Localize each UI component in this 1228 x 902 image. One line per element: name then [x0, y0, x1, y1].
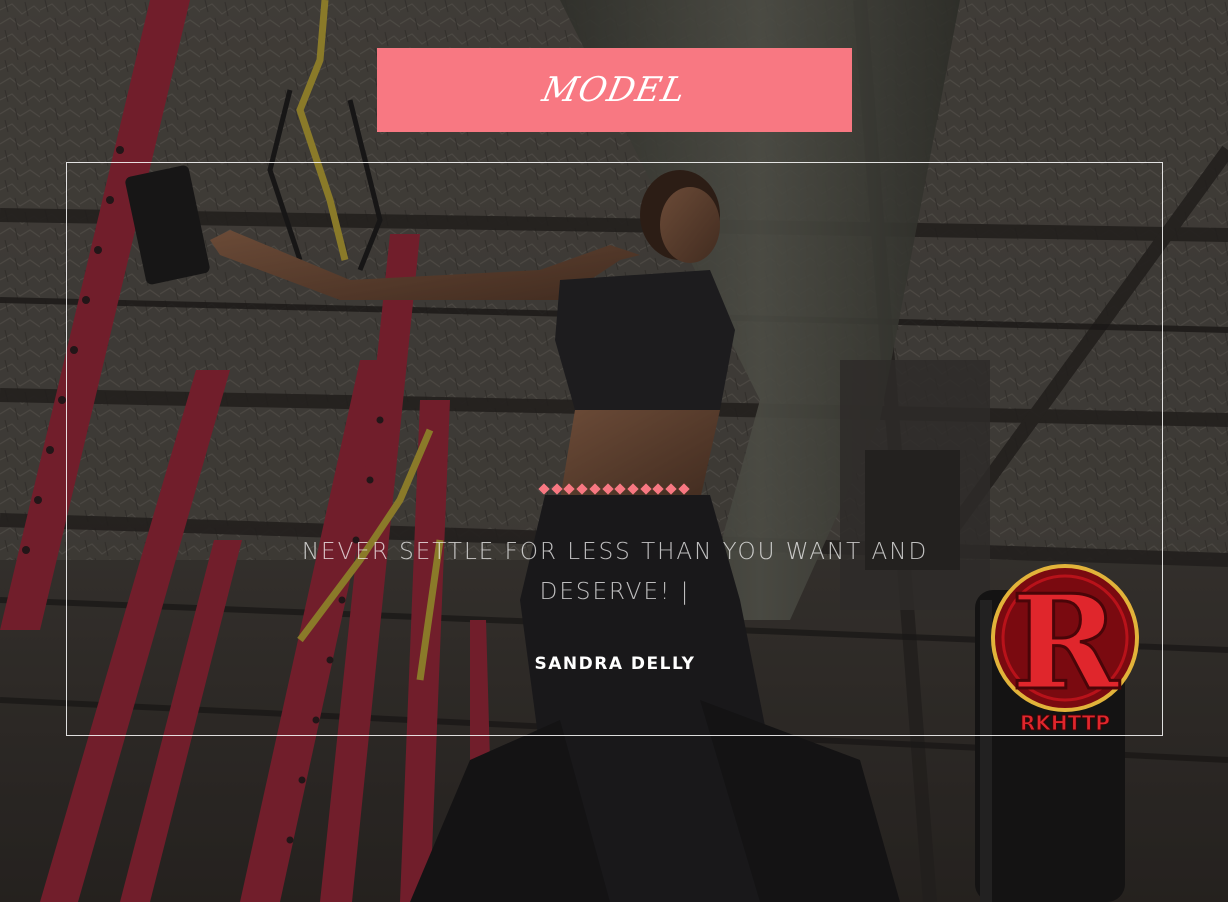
diamond-icon: [563, 483, 576, 495]
badge-label: MODEL: [539, 70, 690, 110]
diamond-icon: [627, 483, 639, 495]
diamond-icon: [614, 483, 626, 495]
diamond-icon: [665, 483, 677, 495]
logo-text: RKHTTP: [1020, 711, 1110, 735]
testimonial-author: SANDRA DELLY: [534, 654, 696, 674]
diamond-icon: [589, 483, 601, 495]
diamond-icon: [551, 483, 563, 495]
testimonial-quote: NEVER SETTLE FOR LESS THAN YOU WANT AND …: [301, 539, 929, 605]
diamond-icon: [678, 483, 690, 495]
diamond-icon: [576, 483, 588, 495]
rkhttp-logo-icon[interactable]: R RKHTTP: [986, 560, 1144, 740]
diamond-icon: [601, 483, 614, 495]
diamond-icon: [652, 483, 665, 495]
hero-section: MODEL NEVER SETTLE FOR LESS THAN YOU WAN…: [0, 0, 1228, 902]
diamond-icon: [640, 483, 652, 495]
diamond-row-icon: [538, 483, 690, 495]
logo-letter: R: [1011, 566, 1120, 719]
category-badge: MODEL: [377, 48, 852, 132]
diamond-icon: [538, 483, 550, 495]
